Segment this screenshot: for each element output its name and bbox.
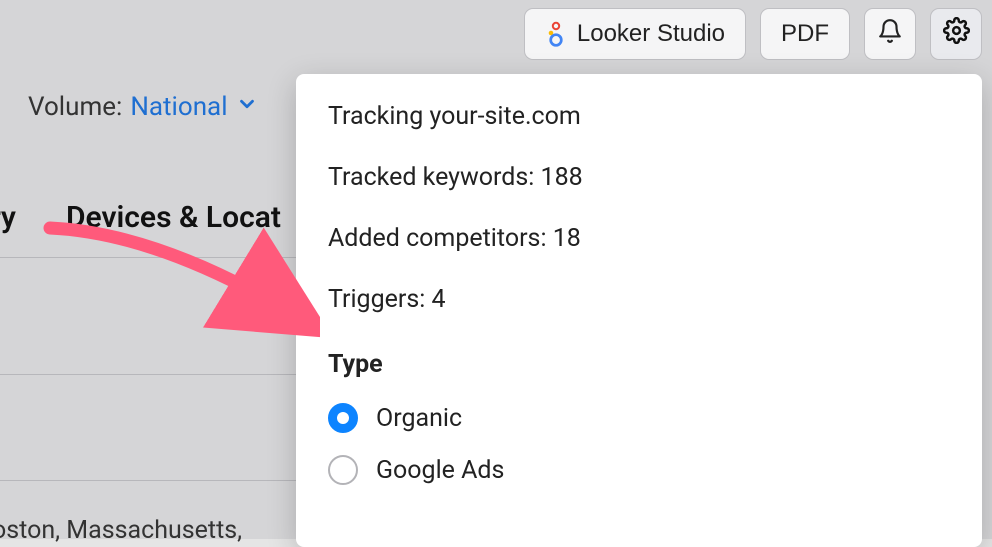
settings-dropdown-panel: Tracking your-site.com Tracked keywords:… bbox=[296, 74, 982, 547]
tracked-keywords-count: Tracked keywords: 188 bbox=[328, 163, 950, 192]
triggers-count: Triggers: 4 bbox=[328, 285, 950, 314]
row-divider-2 bbox=[0, 480, 300, 481]
chevron-down-icon bbox=[236, 92, 258, 122]
radio-label-google-ads: Google Ads bbox=[376, 456, 504, 485]
radio-option-google-ads[interactable]: Google Ads bbox=[328, 455, 950, 485]
pdf-button[interactable]: PDF bbox=[760, 8, 850, 60]
looker-studio-button[interactable]: Looker Studio bbox=[524, 8, 746, 60]
radio-label-organic: Organic bbox=[376, 404, 462, 433]
added-competitors-count: Added competitors: 18 bbox=[328, 224, 950, 253]
bell-icon bbox=[877, 18, 903, 51]
type-heading: Type bbox=[328, 350, 950, 379]
tab-devices-locations[interactable]: Devices & Locat bbox=[66, 200, 281, 235]
tracking-domain: Tracking your-site.com bbox=[328, 102, 950, 131]
notifications-button[interactable] bbox=[864, 8, 916, 60]
looker-studio-icon bbox=[545, 21, 567, 47]
pdf-label: PDF bbox=[781, 20, 829, 48]
volume-value: National bbox=[130, 92, 227, 122]
settings-button[interactable] bbox=[930, 8, 982, 60]
volume-label: Volume: bbox=[28, 92, 122, 122]
radio-icon-unselected bbox=[328, 455, 358, 485]
looker-studio-label: Looker Studio bbox=[577, 20, 725, 48]
location-text: oston, Massachusetts, bbox=[0, 516, 242, 545]
volume-filter[interactable]: Volume: National bbox=[28, 92, 258, 122]
radio-icon-selected bbox=[328, 403, 358, 433]
gear-icon bbox=[943, 17, 970, 51]
toolbar: Looker Studio PDF bbox=[524, 8, 982, 60]
row-divider-1 bbox=[0, 374, 300, 375]
tab-partial-left[interactable]: ry bbox=[0, 200, 16, 235]
tabs: ry Devices & Locat bbox=[0, 200, 281, 235]
radio-option-organic[interactable]: Organic bbox=[328, 403, 950, 433]
tabs-divider bbox=[0, 257, 300, 258]
